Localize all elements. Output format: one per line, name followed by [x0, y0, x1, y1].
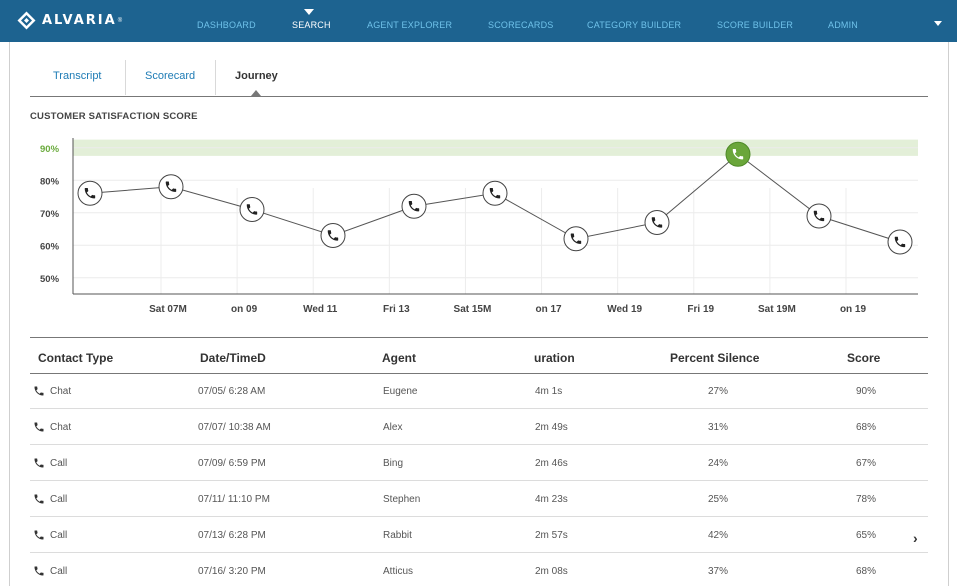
cell-score: 68% — [856, 422, 877, 433]
table-row[interactable]: Chat 07/05/ 6:28 AM Eugene 4m 1s 27% 90% — [30, 374, 928, 409]
phone-icon — [34, 530, 44, 540]
cell-duration: 4m 23s — [535, 494, 568, 505]
x-tick-label: Fri 13 — [383, 304, 410, 315]
table-row[interactable]: Call 07/16/ 3:20 PM Atticus 2m 08s 37% 68% — [30, 554, 928, 586]
phone-icon — [34, 386, 44, 396]
x-tick-label: on 09 — [231, 304, 258, 315]
cell-contact-type: Chat — [50, 386, 72, 397]
table-top-border — [30, 337, 928, 338]
data-point-highlighted[interactable] — [725, 141, 751, 167]
x-tick-label: on 17 — [535, 304, 562, 315]
column-header-duration[interactable]: uration — [534, 351, 575, 365]
cell-date-time: 07/16/ 3:20 PM — [198, 566, 266, 577]
x-tick-label: on 19 — [840, 304, 867, 315]
cell-duration: 2m 46s — [535, 458, 568, 469]
x-tick-label: Sat 19M — [758, 304, 796, 315]
x-tick-label: Wed 19 — [607, 304, 642, 315]
cell-percent-silence: 42% — [708, 530, 729, 541]
y-tick-label: 70% — [40, 209, 60, 220]
cell-contact-type: Chat — [50, 422, 72, 433]
cell-score: 78% — [856, 494, 877, 505]
cell-percent-silence: 37% — [708, 566, 729, 577]
cell-date-time: 07/07/ 10:38 AM — [198, 422, 271, 433]
data-point[interactable] — [77, 180, 103, 206]
table-row[interactable]: Chat 07/07/ 10:38 AM Alex 2m 49s 31% 68% — [30, 410, 928, 445]
column-header-contact-type[interactable]: Contact Type — [38, 351, 113, 365]
cell-agent: Atticus — [383, 566, 414, 577]
data-point[interactable] — [806, 203, 832, 229]
cell-date-time: 07/09/ 6:59 PM — [198, 458, 266, 469]
data-point[interactable] — [320, 223, 346, 248]
column-header-percent-silence[interactable]: Percent Silence — [670, 351, 759, 365]
cell-contact-type: Call — [50, 458, 68, 469]
cell-duration: 2m 08s — [535, 566, 568, 577]
satisfaction-line-chart: 90% 80% 70% 60% 50% Sat 07M on 09 Wed 11 Fri 13 S… — [40, 138, 918, 315]
y-tick-label: 60% — [40, 241, 60, 252]
cell-agent: Stephen — [383, 494, 421, 505]
data-point[interactable] — [239, 197, 265, 222]
cell-date-time: 07/05/ 6:28 AM — [198, 386, 266, 397]
cell-score: 67% — [856, 458, 877, 469]
cell-agent: Rabbit — [383, 530, 412, 541]
cell-duration: 4m 1s — [535, 386, 563, 397]
phone-icon — [34, 566, 44, 576]
y-tick-label: 50% — [40, 274, 60, 285]
cell-contact-type: Call — [50, 566, 68, 577]
x-tick-label: Sat 07M — [149, 304, 187, 315]
cell-score: 90% — [856, 386, 877, 397]
cell-duration: 2m 57s — [535, 530, 568, 541]
cell-agent: Eugene — [383, 386, 418, 397]
cell-agent: Bing — [383, 458, 404, 469]
x-tick-label: Sat 15M — [454, 304, 492, 315]
cell-contact-type: Call — [50, 494, 68, 505]
y-tick-label: 90% — [40, 144, 60, 155]
x-tick-label: Wed 11 — [303, 304, 338, 315]
data-point[interactable] — [563, 226, 589, 252]
y-tick-label: 80% — [40, 176, 60, 187]
cell-percent-silence: 31% — [708, 422, 729, 433]
cell-percent-silence: 27% — [708, 386, 729, 397]
data-point[interactable] — [887, 229, 913, 255]
data-point[interactable] — [482, 180, 508, 206]
cell-agent: Alex — [383, 422, 403, 433]
row-expand-chevron-icon[interactable]: › — [913, 530, 918, 546]
phone-icon — [34, 494, 44, 504]
data-point[interactable] — [158, 174, 184, 200]
column-header-agent[interactable]: Agent — [382, 351, 416, 365]
cell-date-time: 07/13/ 6:28 PM — [198, 530, 266, 541]
cell-score: 65% — [856, 530, 877, 541]
cell-percent-silence: 24% — [708, 458, 729, 469]
table-row[interactable]: Call 07/11/ 11:10 PM Stephen 4m 23s 25% 78% — [30, 482, 928, 517]
x-tick-label: Fri 19 — [687, 304, 714, 315]
phone-icon — [34, 458, 44, 468]
column-header-score[interactable]: Score — [847, 351, 880, 365]
cell-duration: 2m 49s — [535, 422, 568, 433]
cell-percent-silence: 25% — [708, 494, 729, 505]
cell-contact-type: Call — [50, 530, 68, 541]
data-point[interactable] — [401, 193, 427, 219]
table-row[interactable]: Call 07/09/ 6:59 PM Bing 2m 46s 24% 67% — [30, 446, 928, 481]
cell-score: 68% — [856, 566, 877, 577]
cell-date-time: 07/11/ 11:10 PM — [198, 494, 270, 505]
table-row[interactable]: Call 07/13/ 6:28 PM Rabbit 2m 57s 42% 65% › — [30, 518, 928, 553]
phone-icon — [34, 422, 44, 432]
data-point[interactable] — [644, 210, 670, 235]
column-header-date-time[interactable]: Date/TimeD — [200, 351, 266, 365]
